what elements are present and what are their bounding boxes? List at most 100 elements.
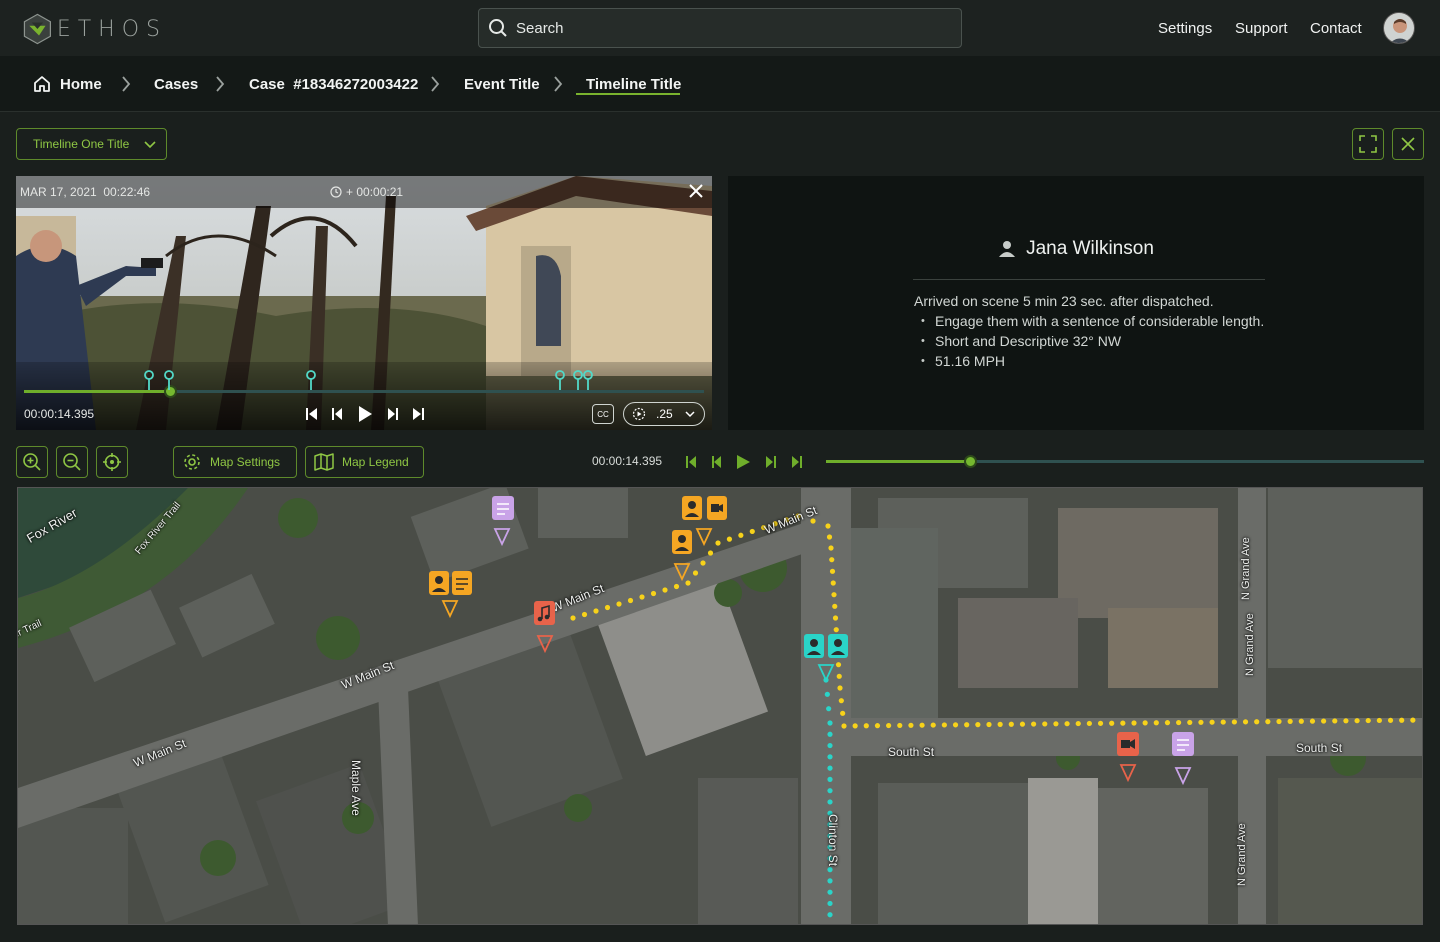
contact-link[interactable]: Contact [1310, 20, 1362, 37]
breadcrumb: Home Cases Case #18346272003422 Event Ti… [0, 56, 1440, 112]
step-back-icon [332, 408, 342, 420]
skip-end-icon [792, 456, 802, 468]
map-settings-button[interactable]: Map Settings [173, 446, 297, 478]
zoom-out-button[interactable] [56, 446, 88, 478]
breadcrumb-cases-label: Cases [154, 75, 199, 93]
info-bullet: Engage them with a sentence of considera… [914, 311, 1314, 331]
top-bar: ETHOS Settings Support Contact [0, 0, 1440, 56]
event-pin-icon [306, 370, 316, 390]
step-forward-icon [766, 456, 776, 468]
map-transport-controls [686, 455, 802, 469]
breadcrumb-timeline[interactable]: Timeline Title [586, 56, 681, 112]
timeline-select[interactable]: Timeline One Title [16, 128, 167, 160]
map-timeline-fill [826, 460, 970, 463]
speed-icon [632, 407, 646, 421]
avatar-image [1384, 13, 1414, 43]
breadcrumb-event[interactable]: Event Title [464, 56, 540, 112]
zoom-out-icon [63, 453, 81, 471]
map-settings-label: Map Settings [210, 455, 281, 469]
document-marker-icon[interactable] [492, 496, 514, 547]
person-icon [999, 241, 1016, 257]
search-icon [489, 19, 507, 37]
audio-marker-icon[interactable] [534, 601, 555, 654]
user-avatar[interactable] [1383, 12, 1415, 44]
search-input[interactable] [516, 19, 936, 37]
home-icon [34, 76, 50, 92]
clock-icon [330, 186, 342, 198]
info-summary: Arrived on scene 5 min 23 sec. after dis… [914, 293, 1214, 309]
person-document-marker-icon[interactable] [429, 571, 472, 619]
app-logo[interactable]: ETHOS [22, 8, 167, 50]
play-icon [359, 406, 372, 422]
video-event-pins [144, 370, 593, 390]
zoom-in-icon [23, 453, 41, 471]
skip-start-icon [306, 408, 317, 420]
breadcrumb-home[interactable]: Home [32, 56, 102, 112]
event-pin-icon [555, 370, 565, 390]
zoom-in-button[interactable] [16, 446, 48, 478]
app-logo-text: ETHOS [56, 16, 167, 42]
breadcrumb-timeline-label: Timeline Title [586, 75, 682, 93]
info-bullets: Engage them with a sentence of considera… [914, 311, 1314, 371]
step-forward-icon [388, 408, 398, 420]
chevron-right-icon [122, 76, 131, 92]
closed-captions-button[interactable]: CC [592, 404, 614, 424]
settings-link[interactable]: Settings [1158, 20, 1212, 37]
satellite-map[interactable]: Fox River Fox River Trail er Trail W Mai… [17, 487, 1423, 925]
event-pin-icon [573, 370, 583, 390]
person-marker-icon[interactable] [672, 530, 692, 582]
crosshair-icon [103, 453, 121, 471]
playback-speed-value: .25 [656, 407, 673, 421]
chevron-right-icon [216, 76, 225, 92]
fullscreen-icon [1359, 135, 1377, 153]
search-box[interactable] [478, 8, 962, 48]
video-transport-controls [306, 406, 424, 422]
close-video-icon[interactable] [689, 184, 703, 198]
map-timeline-handle[interactable] [963, 455, 977, 468]
playback-speed-select[interactable]: .25 [623, 402, 705, 426]
map-current-time: 00:00:14.395 [592, 454, 663, 468]
chevron-down-icon [685, 411, 695, 418]
close-button[interactable] [1392, 128, 1424, 160]
recenter-button[interactable] [96, 446, 128, 478]
video-player[interactable]: MAR 17, 2021 00:22:46 + 00:00:21 00:00:1… [16, 176, 712, 430]
skip-start-icon [686, 456, 696, 468]
map-legend-label: Map Legend [342, 455, 409, 469]
breadcrumb-home-label: Home [60, 75, 102, 93]
map-timeline-track[interactable] [826, 455, 1424, 468]
skip-end-icon [413, 408, 424, 420]
breadcrumb-case[interactable]: Case #18346272003422 [249, 56, 418, 112]
support-link[interactable]: Support [1235, 20, 1288, 37]
breadcrumb-active-indicator [576, 93, 680, 95]
video-current-time: 00:00:14.395 [24, 407, 95, 421]
breadcrumb-case-label: Case #18346272003422 [249, 75, 419, 93]
document-marker-icon[interactable] [1172, 732, 1194, 786]
breadcrumb-event-label: Event Title [464, 75, 540, 93]
ethos-logo-icon [23, 13, 52, 45]
map-markers [429, 496, 1194, 786]
play-icon [737, 455, 750, 469]
timeline-select-value: Timeline One Title [33, 137, 130, 151]
close-icon [1401, 137, 1415, 151]
info-bullet: Short and Descriptive 32° NW [914, 331, 1314, 351]
chevron-right-icon [554, 76, 563, 92]
gear-icon [184, 454, 200, 470]
person-name: Jana Wilkinson [1026, 238, 1154, 259]
video-marker-icon[interactable] [1117, 732, 1139, 783]
breadcrumb-cases[interactable]: Cases [154, 56, 198, 112]
video-timestamp: MAR 17, 2021 00:22:46 [20, 185, 151, 199]
event-pin-icon [583, 370, 593, 390]
chevron-right-icon [431, 76, 440, 92]
info-bullet: 51.16 MPH [914, 351, 1314, 371]
cc-label: CC [597, 409, 609, 419]
event-info-panel: Jana Wilkinson Arrived on scene 5 min 23… [728, 176, 1424, 430]
map-legend-button[interactable]: Map Legend [305, 446, 424, 478]
map-icon [314, 453, 334, 471]
video-offset: + 00:00:21 [346, 185, 404, 199]
event-pin-icon [164, 370, 174, 390]
person-marker-icon[interactable] [804, 634, 848, 683]
divider [913, 279, 1265, 280]
chevron-down-icon [144, 141, 156, 149]
fullscreen-button[interactable] [1352, 128, 1384, 160]
step-back-icon [712, 456, 721, 468]
